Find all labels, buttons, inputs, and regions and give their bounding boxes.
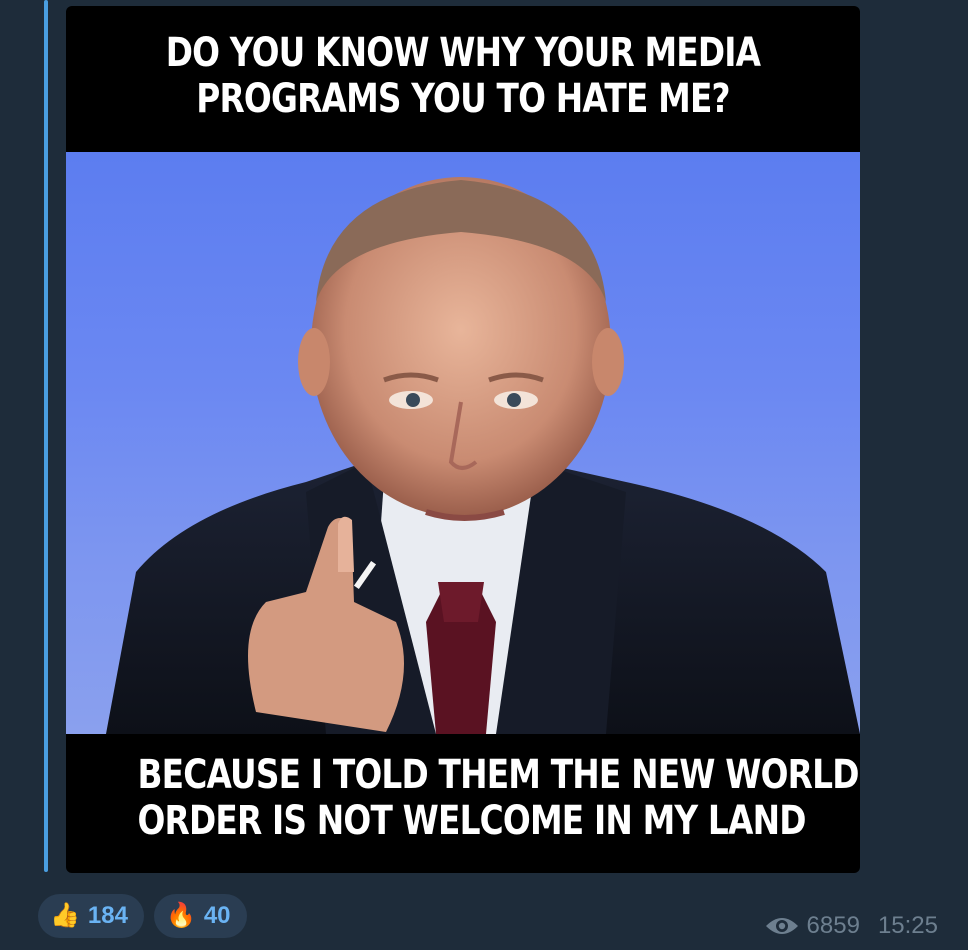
meme-image[interactable]: DO YOU KNOW WHY YOUR MEDIA PROGRAMS YOU … <box>66 6 860 873</box>
reaction-fire[interactable]: 🔥 40 <box>153 894 247 938</box>
meme-photo <box>66 152 860 734</box>
eye-icon <box>765 918 798 934</box>
top-caption-line-2: PROGRAMS YOU TO HATE ME? <box>196 76 730 122</box>
channel-message: DO YOU KNOW WHY YOUR MEDIA PROGRAMS YOU … <box>0 0 968 950</box>
reaction-count: 184 <box>87 902 128 929</box>
fire-icon: 🔥 <box>165 902 196 929</box>
message-time: 15:25 <box>877 912 938 939</box>
person-pointing-illustration <box>106 177 860 734</box>
reaction-count: 40 <box>203 902 231 929</box>
top-caption: DO YOU KNOW WHY YOUR MEDIA PROGRAMS YOU … <box>137 30 788 122</box>
bottom-caption-line-1: BECAUSE I TOLD THEM THE NEW WORLD <box>137 752 859 798</box>
reactions-bar: 👍 184 🔥 40 <box>38 894 247 938</box>
thumbs-up-icon: 👍 <box>50 902 80 929</box>
message-meta: 6859 15:25 <box>765 912 938 940</box>
reaction-thumbs-up[interactable]: 👍 184 <box>38 894 144 938</box>
message-accent-bar <box>44 0 48 872</box>
top-caption-line-1: DO YOU KNOW WHY YOUR MEDIA <box>165 30 761 76</box>
bottom-caption-line-2: ORDER IS NOT WELCOME IN MY LAND <box>137 798 806 844</box>
view-count: 6859 <box>806 912 860 939</box>
bottom-caption: BECAUSE I TOLD THEM THE NEW WORLD ORDER … <box>137 752 859 844</box>
